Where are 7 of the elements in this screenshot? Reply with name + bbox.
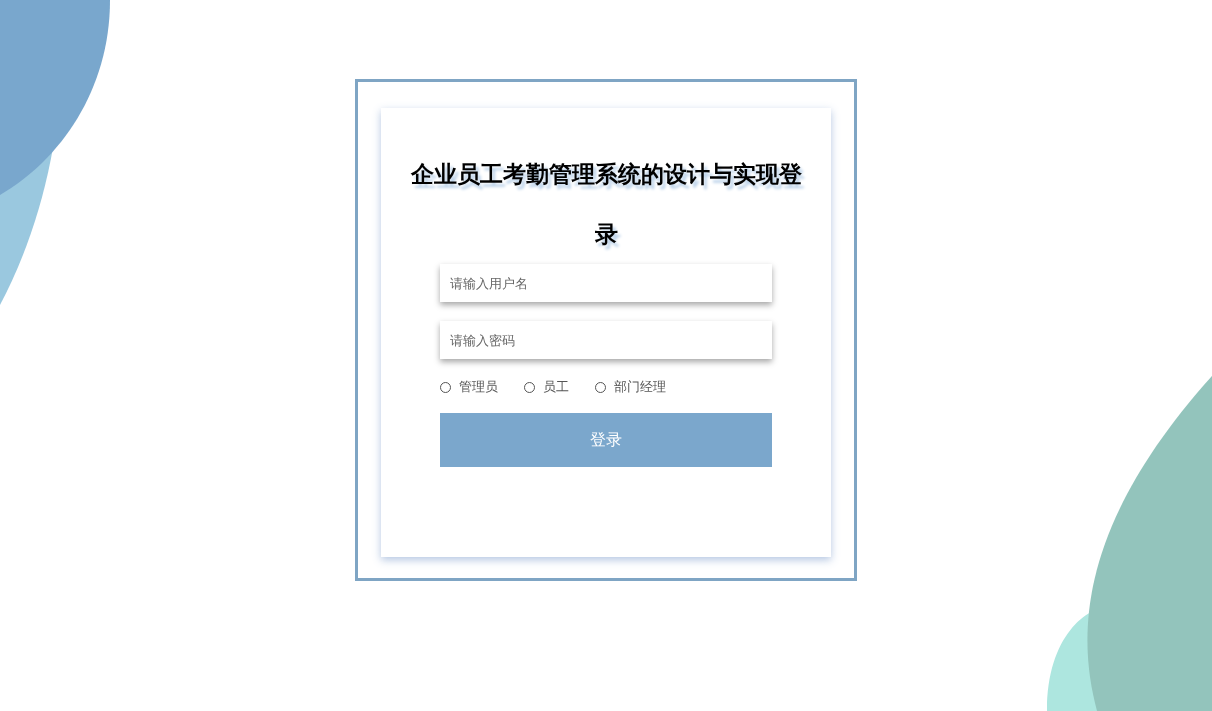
input-field[interactable]: 请输入用户名 [440,264,772,302]
role-label: 管理员 [459,378,498,396]
login-title: 企业员工考勤管理系统的设计与实现登录 [409,160,803,249]
input-field[interactable]: 请输入密码 [440,321,772,359]
role-label: 部门经理 [614,378,666,396]
login-button[interactable]: 登录 [440,413,772,467]
role-label: 员工 [543,378,569,396]
